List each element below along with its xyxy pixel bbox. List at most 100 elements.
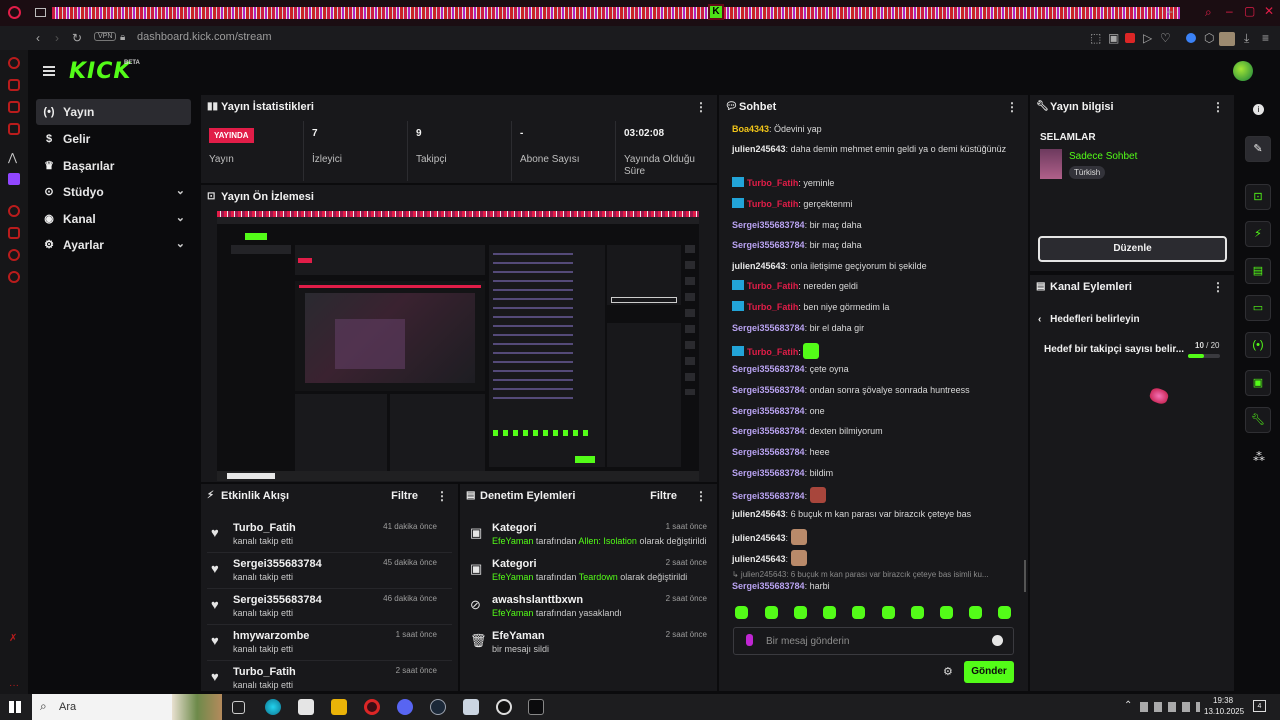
obs-icon[interactable] bbox=[496, 699, 512, 715]
vpn-badge[interactable]: VPN bbox=[94, 32, 117, 41]
moderator-name[interactable]: EfeYaman bbox=[492, 536, 533, 546]
activity-user[interactable]: Turbo_Fatih bbox=[233, 522, 296, 534]
reload-icon[interactable]: ↻ bbox=[72, 31, 82, 45]
category-name[interactable]: Sadece Sohbet bbox=[1069, 151, 1137, 162]
store-icon[interactable] bbox=[298, 699, 314, 715]
chat-message[interactable]: Sergei355683784: çete oyna bbox=[732, 363, 1022, 375]
chat-message[interactable]: Sergei355683784: bildim bbox=[732, 467, 1022, 479]
moderation-target[interactable]: awashslanttbxwn bbox=[492, 594, 583, 606]
emote-picker-icon[interactable] bbox=[765, 606, 778, 619]
chat-username[interactable]: julien245643 bbox=[732, 144, 786, 154]
activity-item[interactable]: ♥ Sergei355683784 kanalı takip etti 45 d… bbox=[201, 554, 447, 590]
activity-user[interactable]: hmywarzombe bbox=[233, 630, 309, 642]
chat-message[interactable]: Turbo_Fatih: bbox=[732, 343, 1022, 359]
emote-picker-icon[interactable] bbox=[882, 606, 895, 619]
kick-logo[interactable]: KICK bbox=[69, 59, 131, 84]
play-icon[interactable]: ▷ bbox=[1143, 31, 1152, 45]
profile-avatar[interactable] bbox=[1219, 32, 1235, 46]
hamburger-menu-icon[interactable] bbox=[43, 66, 55, 76]
activity-user[interactable]: Sergei355683784 bbox=[233, 558, 322, 570]
extension-icon-4[interactable] bbox=[1186, 33, 1196, 43]
chat-message[interactable]: Turbo_Fatih: nereden geldi bbox=[732, 280, 1022, 292]
chat-username[interactable]: Sergei355683784 bbox=[732, 406, 805, 416]
chat-message[interactable]: Turbo_Fatih: ben niye görmedim la bbox=[732, 301, 1022, 313]
back-button[interactable]: ‹ Hedefleri belirleyin bbox=[1038, 314, 1140, 325]
workspaces-icon[interactable] bbox=[35, 8, 46, 17]
activity-item[interactable]: ♥ hmywarzombe kanalı takip etti 1 saat ö… bbox=[201, 626, 447, 662]
activity-user[interactable]: Turbo_Fatih bbox=[233, 666, 296, 678]
emote-picker-icon[interactable] bbox=[998, 606, 1011, 619]
chat-username[interactable]: Sergei355683784 bbox=[732, 385, 805, 395]
moderator-name[interactable]: EfeYaman bbox=[492, 608, 533, 618]
close-window-button[interactable]: ✕ bbox=[1264, 4, 1274, 18]
task-view-icon[interactable] bbox=[232, 701, 245, 714]
steam-icon[interactable] bbox=[430, 699, 446, 715]
moderation-item[interactable]: 🗑︎ EfeYaman bir mesajı sildi 2 saat önce bbox=[460, 626, 717, 662]
chat-message[interactable]: Sergei355683784: bir el daha gir bbox=[732, 322, 1022, 334]
emoji-icon[interactable] bbox=[992, 635, 1003, 646]
more-options-icon[interactable]: ⋮ bbox=[1212, 100, 1224, 114]
emote-picker-icon[interactable] bbox=[823, 606, 836, 619]
new-tab-button[interactable]: + bbox=[1166, 5, 1173, 19]
sidebar-more-icon[interactable]: ··· bbox=[9, 680, 19, 691]
edit-button[interactable]: Düzenle bbox=[1038, 236, 1227, 262]
chat-username[interactable]: Turbo_Fatih bbox=[747, 178, 798, 188]
twitch-sidebar-icon[interactable] bbox=[8, 173, 20, 185]
chat-username[interactable]: Turbo_Fatih bbox=[747, 281, 798, 291]
app-icon[interactable] bbox=[463, 699, 479, 715]
extension-icon-1[interactable]: ⬚ bbox=[1090, 31, 1101, 45]
chat-username[interactable]: Sergei355683784 bbox=[732, 364, 805, 374]
chevron-down-icon[interactable]: ⌄ bbox=[176, 184, 185, 197]
moderation-item[interactable]: ▣ Kategori EfeYaman tarafından Teardown … bbox=[460, 554, 717, 590]
tray-chevron-icon[interactable]: ⌃ bbox=[1124, 700, 1132, 711]
notification-icon[interactable]: 4 bbox=[1253, 700, 1266, 712]
filter-button[interactable]: Filtre bbox=[391, 490, 418, 502]
emote-picker-icon[interactable] bbox=[969, 606, 982, 619]
tray-icons[interactable] bbox=[1140, 702, 1200, 712]
more-options-icon[interactable]: ⋮ bbox=[1212, 280, 1224, 294]
microphone-icon[interactable] bbox=[746, 634, 753, 646]
chat-username[interactable]: Sergei355683784 bbox=[732, 581, 805, 591]
chat-username[interactable]: Sergei355683784 bbox=[732, 220, 805, 230]
preview-toggle-button[interactable]: ⊡ bbox=[1245, 184, 1271, 210]
discord-icon[interactable] bbox=[397, 699, 413, 715]
chevron-down-icon[interactable]: ⌄ bbox=[176, 211, 185, 224]
extension-icon-2[interactable]: ▣ bbox=[1108, 31, 1119, 45]
chat-message[interactable]: Sergei355683784: dexten bilmiyorum bbox=[732, 425, 1022, 437]
chat-username[interactable]: Turbo_Fatih bbox=[747, 302, 798, 312]
chat-username[interactable]: Turbo_Fatih bbox=[747, 199, 798, 209]
chat-username[interactable]: julien245643 bbox=[732, 509, 786, 519]
nav-item-kanal[interactable]: ◉ Kanal ⌄ bbox=[36, 206, 191, 232]
forward-icon[interactable]: › bbox=[55, 31, 59, 45]
chat-username[interactable]: Sergei355683784 bbox=[732, 240, 805, 250]
nav-item-yayin[interactable]: (•) Yayın bbox=[36, 99, 191, 125]
chat-message[interactable]: Boa4343: Ödevini yap bbox=[732, 123, 1022, 135]
more-options-icon[interactable]: ⋮ bbox=[695, 489, 707, 503]
moderation-target[interactable]: EfeYaman bbox=[492, 630, 545, 642]
extensions-icon[interactable]: ⬡ bbox=[1204, 31, 1214, 45]
chat-username[interactable]: Sergei355683784 bbox=[732, 323, 805, 333]
browser-menu-icon[interactable]: ≡ bbox=[1262, 31, 1269, 45]
kick-sidebar-icon[interactable]: ⋀ bbox=[8, 151, 17, 164]
sidebar-app-icon[interactable] bbox=[8, 123, 20, 135]
chat-username[interactable]: julien245643 bbox=[732, 261, 786, 271]
chat-username[interactable]: julien245643 bbox=[732, 554, 786, 564]
more-options-icon[interactable]: ⋮ bbox=[695, 100, 707, 114]
chat-message[interactable]: Sergei355683784: one bbox=[732, 405, 1022, 417]
activity-toggle-button[interactable]: ⚡︎ bbox=[1245, 221, 1271, 247]
emote-picker-icon[interactable] bbox=[735, 606, 748, 619]
emote-picker-icon[interactable] bbox=[852, 606, 865, 619]
clock-date[interactable]: 13.10.2025 bbox=[1204, 707, 1244, 716]
minimize-button[interactable]: – bbox=[1226, 4, 1233, 18]
edge-icon[interactable] bbox=[265, 699, 281, 715]
broadcast-toggle-button[interactable]: (•) bbox=[1245, 332, 1271, 358]
kick-tab-icon[interactable]: K bbox=[708, 4, 724, 20]
moderator-name[interactable]: EfeYaman bbox=[492, 572, 533, 582]
chat-username[interactable]: Sergei355683784 bbox=[732, 491, 805, 501]
chat-message[interactable]: julien245643: onla iletişime geçiyorum b… bbox=[732, 260, 1022, 272]
chat-username[interactable]: Sergei355683784 bbox=[732, 447, 805, 457]
sidebar-app-icon[interactable] bbox=[8, 205, 20, 217]
chat-scrollbar[interactable] bbox=[1024, 560, 1026, 592]
activity-item[interactable]: ♥ Sergei355683784 kanalı takip etti 46 d… bbox=[201, 590, 447, 626]
activity-item[interactable]: ♥ Turbo_Fatih kanalı takip etti 2 saat ö… bbox=[201, 662, 447, 698]
